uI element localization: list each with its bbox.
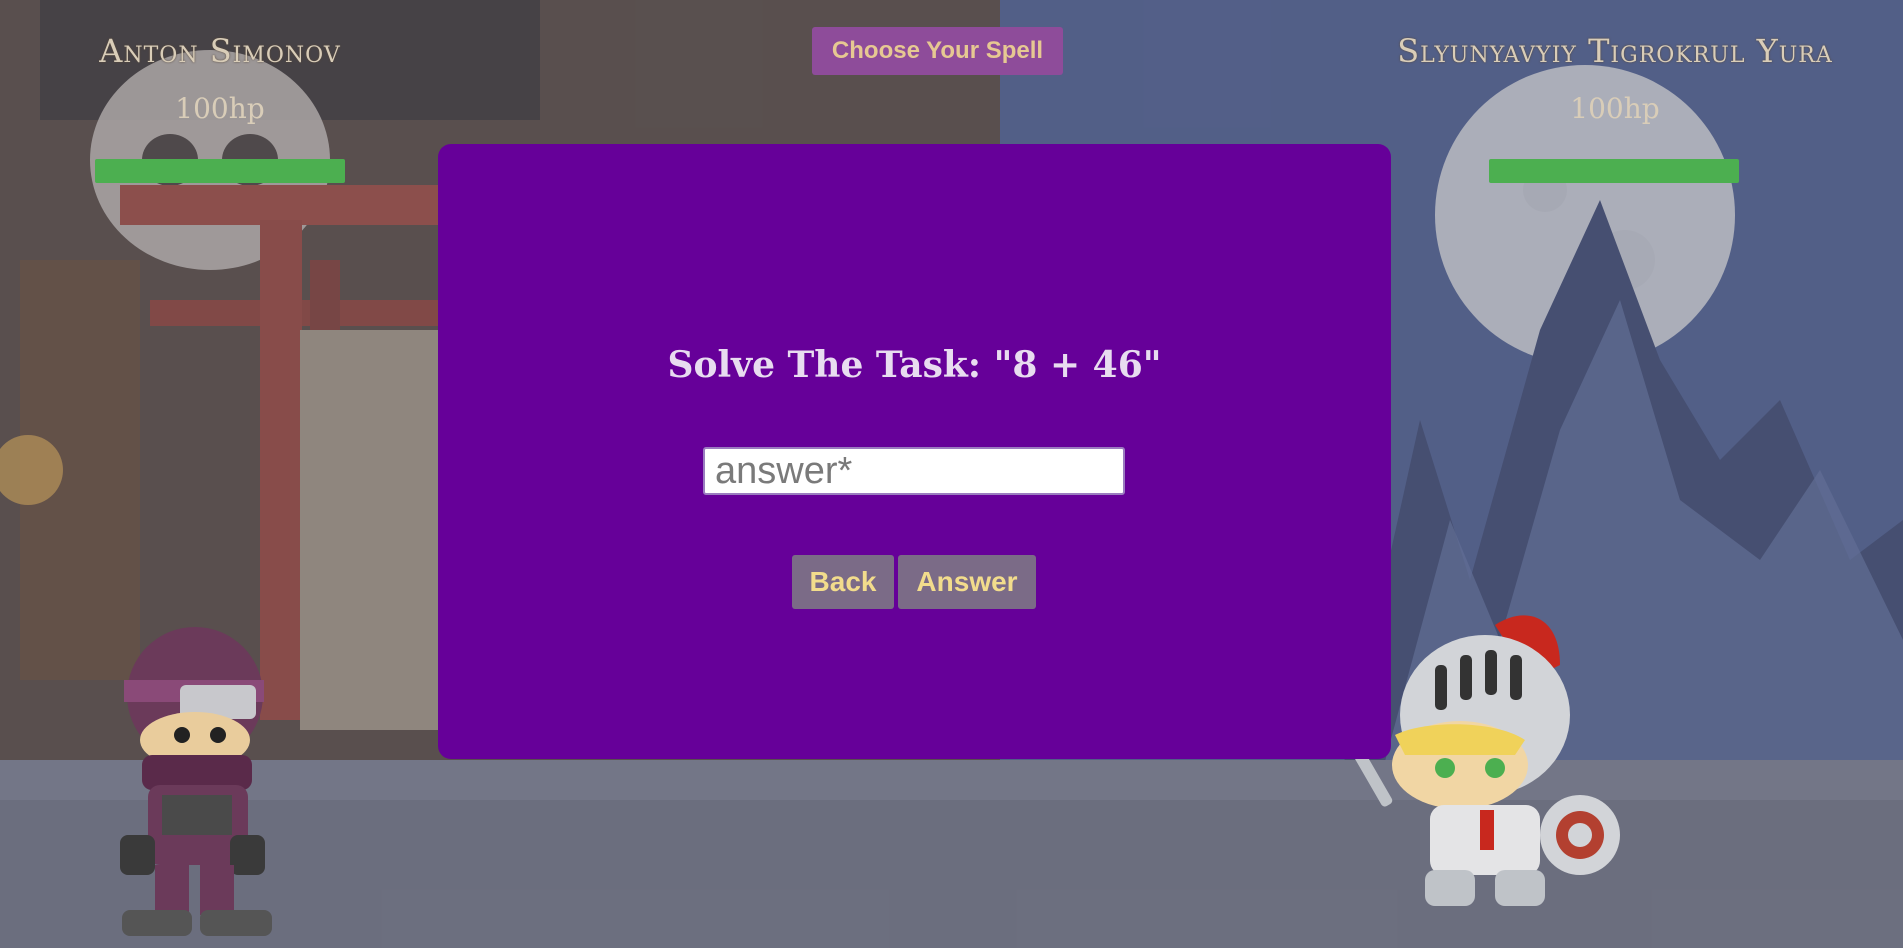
task-prompt: Solve The Task: "8 + 46" — [667, 344, 1162, 386]
right-player-name: Slyunyavyiy Tigrokrul Yura — [1397, 32, 1833, 70]
left-player-name: Anton Simonov — [99, 32, 341, 70]
left-player-hp-bar — [95, 159, 345, 183]
right-player-hp-bar — [1489, 159, 1739, 183]
choose-spell-button[interactable]: Choose Your Spell — [812, 27, 1063, 75]
answer-input[interactable] — [703, 447, 1125, 495]
ninja-character-icon — [120, 627, 272, 936]
task-modal: Solve The Task: "8 + 46" Back Answer — [438, 144, 1391, 759]
right-player-hp-label: 100hp — [1570, 92, 1660, 125]
game-stage: Anton Simonov 100hp Slyunyavyiy Tigrokru… — [0, 0, 1903, 948]
left-player-hp-label: 100hp — [175, 92, 265, 125]
back-button[interactable]: Back — [792, 555, 894, 609]
answer-button[interactable]: Answer — [898, 555, 1036, 609]
